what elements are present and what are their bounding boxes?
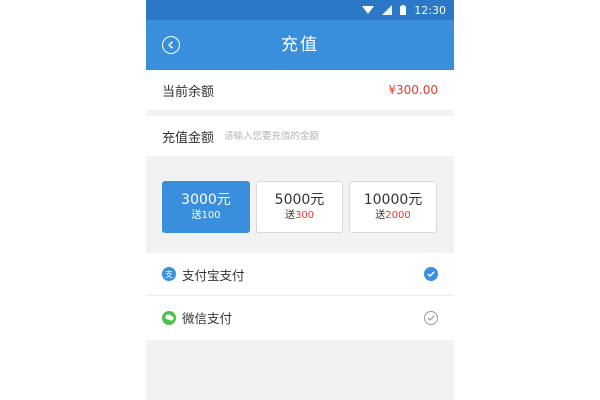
balance-label: 当前余额: [162, 84, 215, 100]
payment-method-list: 支 支付宝支付 微信支付: [146, 253, 454, 340]
option-amount: 3000元: [181, 192, 231, 208]
option-amount: 5000元: [274, 192, 325, 208]
checked-icon[interactable]: [424, 267, 438, 281]
option-bonus-value: 100: [201, 210, 221, 221]
option-bonus: 送300: [284, 210, 315, 221]
amount-options: 3000元 送100 5000元 送300 10000元 送2000: [146, 156, 454, 253]
signal-icon: [382, 5, 393, 15]
payment-method-wechat[interactable]: 微信支付: [146, 296, 454, 339]
option-bonus: 送2000: [375, 210, 411, 221]
payment-method-label: 微信支付: [182, 311, 233, 326]
balance-value: ¥300.00: [388, 83, 438, 97]
phone-screen: 12:30 充值 当前余额 ¥300.00 充值金额 3000元 送100 50…: [146, 0, 454, 400]
option-amount: 10000元: [363, 192, 423, 208]
alipay-icon: 支: [162, 267, 176, 281]
page-title: 充值: [281, 35, 319, 55]
amount-option-5000[interactable]: 5000元 送300: [256, 181, 343, 233]
battery-icon: [400, 5, 407, 15]
status-bar: 12:30: [146, 0, 454, 20]
amount-option-3000[interactable]: 3000元 送100: [162, 181, 250, 233]
option-bonus-value: 300: [294, 210, 315, 221]
payment-method-label: 支付宝支付: [182, 267, 245, 283]
unchecked-icon[interactable]: [424, 310, 438, 325]
amount-option-10000[interactable]: 10000元 送2000: [349, 181, 437, 233]
option-bonus: 送100: [191, 210, 221, 221]
option-bonus-value: 2000: [385, 210, 411, 221]
app-bar: 充值: [146, 20, 454, 70]
recharge-amount-label: 充值金额: [162, 130, 215, 146]
recharge-amount-row: 充值金额: [146, 116, 454, 156]
wechat-icon: [162, 310, 176, 325]
recharge-amount-input[interactable]: [224, 130, 375, 142]
payment-method-alipay[interactable]: 支 支付宝支付: [146, 253, 454, 296]
wifi-icon: [362, 5, 375, 15]
status-time: 12:30: [414, 3, 446, 17]
balance-row: 当前余额 ¥300.00: [146, 70, 454, 110]
